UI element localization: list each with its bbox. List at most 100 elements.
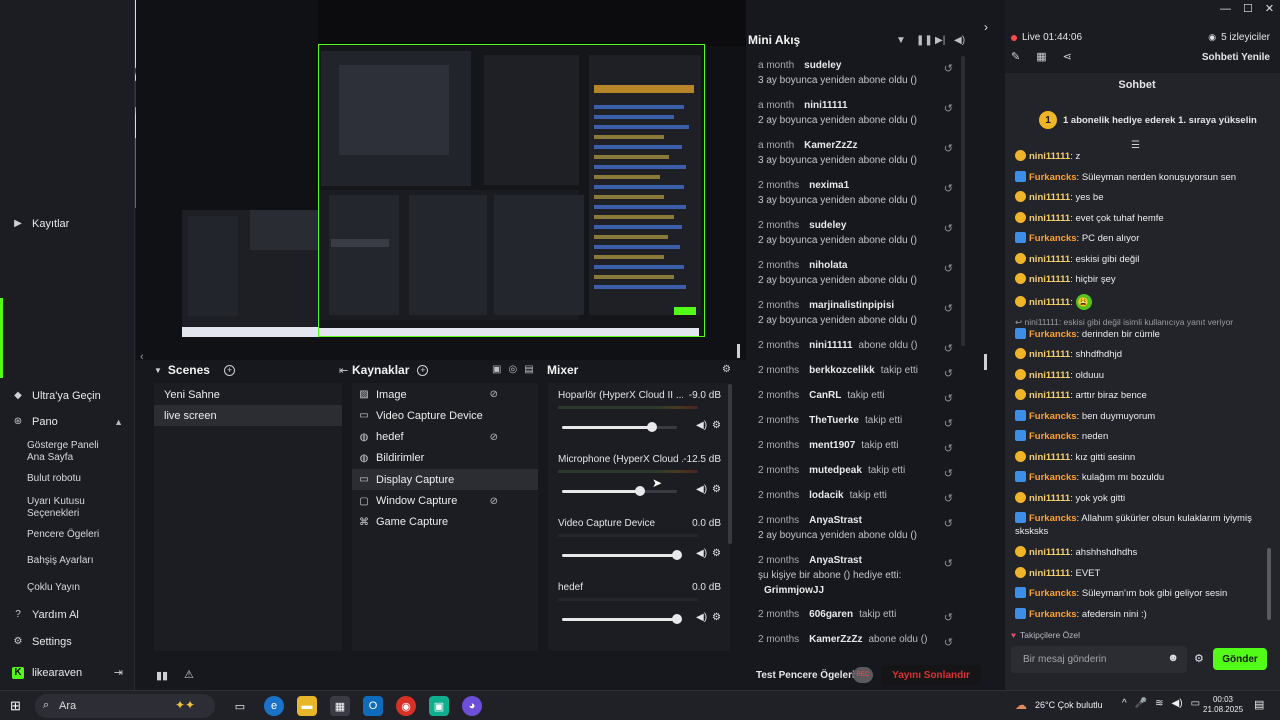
chat-scrollbar[interactable] (1267, 548, 1271, 620)
chat-username[interactable]: nini11111 (1029, 390, 1070, 401)
pause-icon[interactable]: ❚❚ (916, 35, 933, 46)
sidebar-item-settings[interactable]: ⚙ Settings (0, 628, 135, 655)
chat-username[interactable]: nini11111 (1029, 547, 1070, 558)
feed-item[interactable]: a month KamerZzZz 3 ay boyunca yeniden abo… (748, 140, 963, 166)
feed-item[interactable]: 2 months KamerZzZz abone oldu () ↺ (748, 634, 963, 649)
volume-icon[interactable]: ◀) (954, 35, 965, 46)
sidebar-item-dashboard[interactable]: ⊛ Pano ▲ (0, 408, 135, 435)
feed-item[interactable]: 2 months marjinalistinpipisi 2 ay boyunca … (748, 300, 963, 326)
replay-icon[interactable]: ↺ (944, 262, 953, 275)
add-source-icon[interactable]: + (417, 364, 429, 376)
feed-item[interactable]: 2 months nexima1 3 ay boyunca yeniden abon… (748, 180, 963, 206)
store-icon[interactable]: ▦ (330, 696, 350, 716)
chat-message[interactable]: Furkancks: PC den alıyor (1015, 232, 1277, 245)
feed-item[interactable]: 2 months niholata 2 ay boyunca yeniden abo… (748, 260, 963, 286)
alert-icon[interactable]: ⚠ (184, 668, 194, 681)
chat-username[interactable]: Furkancks (1029, 431, 1077, 442)
source-item[interactable]: ◍ Bildirimler (352, 448, 538, 469)
visibility-off-icon[interactable]: ⊘ (490, 496, 498, 507)
feed-item[interactable]: 2 months CanRL takip etti ↺ (748, 390, 963, 405)
visibility-off-icon[interactable]: ⊘ (490, 389, 498, 400)
display-capture-preview[interactable] (189, 44, 705, 337)
weather-label[interactable]: 26°C Çok bulutlu (1035, 700, 1103, 710)
test-widgets-button[interactable]: Test Pencere Ögeleri (756, 670, 855, 681)
replay-icon[interactable]: ↺ (944, 222, 953, 235)
feed-item[interactable]: 2 months ment1907 takip etti ↺ (748, 440, 963, 455)
chat-message[interactable]: nini11111: shhdfhdhjd (1015, 348, 1277, 361)
feed-item[interactable]: 2 months TheTuerke takip etti ↺ (748, 415, 963, 430)
sidebar-item-widgets[interactable]: Pencere Ögeleri (0, 529, 99, 541)
chat-username[interactable]: nini11111 (1029, 568, 1070, 579)
battery-icon[interactable]: ▭ (1191, 698, 1200, 709)
feed-item[interactable]: 2 months mutedpeak takip etti ↺ (748, 465, 963, 480)
channel-settings-icon[interactable]: ⚙ (712, 420, 721, 431)
chat-username[interactable]: nini11111 (1029, 213, 1070, 224)
sidebar-item-dashboard-home[interactable]: Gösterge Paneli Ana Sayfa (0, 440, 110, 464)
wifi-icon[interactable]: ≋ (1155, 698, 1163, 709)
stats-icon[interactable]: ▮▮ (156, 669, 168, 682)
mute-speaker-icon[interactable]: ◀) (696, 484, 707, 495)
notifications-icon[interactable]: ▤ (1254, 698, 1264, 711)
sidebar-item-cloud-bot[interactable]: Bulut robotu (0, 473, 81, 485)
replay-icon[interactable]: ↺ (944, 492, 953, 505)
mic-icon[interactable]: 🎤 (1135, 698, 1147, 709)
chat-username[interactable]: Furkancks (1029, 233, 1077, 244)
caret-down-icon[interactable]: ▼ (154, 366, 162, 375)
feed-item[interactable]: 2 months berkkozcelikk takip etti ↺ (748, 365, 963, 380)
feed-item[interactable]: a month nini11111 2 ay boyunca yeniden abo… (748, 100, 963, 126)
emoji-icon[interactable]: ☻ (1167, 652, 1179, 664)
share-icon[interactable]: ⋖ (1063, 50, 1072, 63)
visibility-off-icon[interactable]: ⊘ (490, 432, 498, 443)
feed-item[interactable]: 2 months AnyaStrast şu kişiye bir abone ()… (748, 555, 963, 596)
sidebar-item-recordings[interactable]: ▶ Kayıtlar (0, 210, 135, 237)
close-icon[interactable]: ✕ (1265, 2, 1274, 15)
chat-message[interactable]: nini11111: olduuu (1015, 368, 1277, 382)
volume-slider-knob[interactable] (646, 422, 657, 432)
chrome-icon[interactable]: ◉ (396, 696, 416, 716)
task-view-icon[interactable]: ▭ (230, 696, 250, 716)
refresh-chat-button[interactable]: Sohbeti Yenile (1202, 52, 1270, 63)
collapse-dock-icon[interactable]: ⇤ (339, 364, 348, 377)
outlook-icon[interactable]: O (363, 696, 383, 716)
sidebar-item-multistream[interactable]: Çoklu Yayın (0, 582, 80, 594)
chat-message[interactable]: Furkancks: Süleyman nerden konuşuyorsun … (1015, 170, 1277, 184)
chat-message[interactable]: Furkancks: kulağım mı bozuldu (1015, 471, 1277, 484)
chat-username[interactable]: nini11111 (1029, 370, 1070, 381)
chat-message[interactable]: nini11111: yok yok gitti (1015, 491, 1277, 505)
replay-icon[interactable]: ↺ (944, 367, 953, 380)
volume-slider[interactable] (562, 422, 677, 432)
feed-item[interactable]: 2 months AnyaStrast 2 ay boyunca yeniden a… (748, 515, 963, 541)
replay-icon[interactable]: ↺ (944, 302, 953, 315)
taskbar-search[interactable]: ⌕ Ara ✦✦ (35, 694, 215, 718)
channel-settings-icon[interactable]: ⚙ (712, 548, 721, 559)
source-item[interactable]: ▨ Image ⊘ (352, 384, 538, 405)
chat-settings-icon[interactable]: ⚙ (1194, 652, 1204, 665)
chevron-right-icon[interactable]: › (984, 20, 988, 34)
source-item[interactable]: ◍ hedef ⊘ (352, 427, 538, 448)
chat-message[interactable]: Furkancks: afedersin nini :) (1015, 607, 1277, 621)
chat-message[interactable]: Furkancks: derinden bir cümle (1015, 327, 1277, 341)
replay-icon[interactable]: ↺ (944, 392, 953, 405)
chat-username[interactable]: nini11111 (1029, 349, 1070, 360)
preview-resize-handle[interactable] (737, 344, 740, 358)
minimize-icon[interactable]: — (1220, 3, 1231, 15)
source-item[interactable]: ⌘ Game Capture (352, 512, 538, 533)
chevron-up-icon[interactable]: ^ (1122, 698, 1127, 709)
feed-scrollbar[interactable] (961, 56, 965, 346)
replay-icon[interactable]: ↺ (944, 611, 953, 624)
scene-item[interactable]: Yeni Sahne (154, 384, 342, 405)
sidebar-item-help[interactable]: ? Yardım Al (0, 601, 135, 628)
chat-username[interactable]: nini11111 (1029, 151, 1070, 162)
replay-icon[interactable]: ↺ (944, 142, 953, 155)
mute-speaker-icon[interactable]: ◀) (696, 612, 707, 623)
mixer-settings-icon[interactable]: ⚙ (722, 364, 731, 375)
image-icon[interactable]: ▤ (524, 364, 533, 375)
chat-message[interactable]: nini11111: hiçbir şey (1015, 273, 1277, 286)
source-item[interactable]: ▭ Video Capture Device (352, 405, 538, 426)
mute-speaker-icon[interactable]: ◀) (696, 548, 707, 559)
feed-item[interactable]: 2 months 606garen takip etti ↺ (748, 609, 963, 624)
sidebar-item-tip-settings[interactable]: Bahşiş Ayarları (0, 555, 94, 567)
eye-off-icon[interactable]: ◎ (508, 364, 517, 375)
chat-username[interactable]: nini11111 (1029, 274, 1070, 285)
chat-username[interactable]: Furkancks (1029, 609, 1077, 620)
